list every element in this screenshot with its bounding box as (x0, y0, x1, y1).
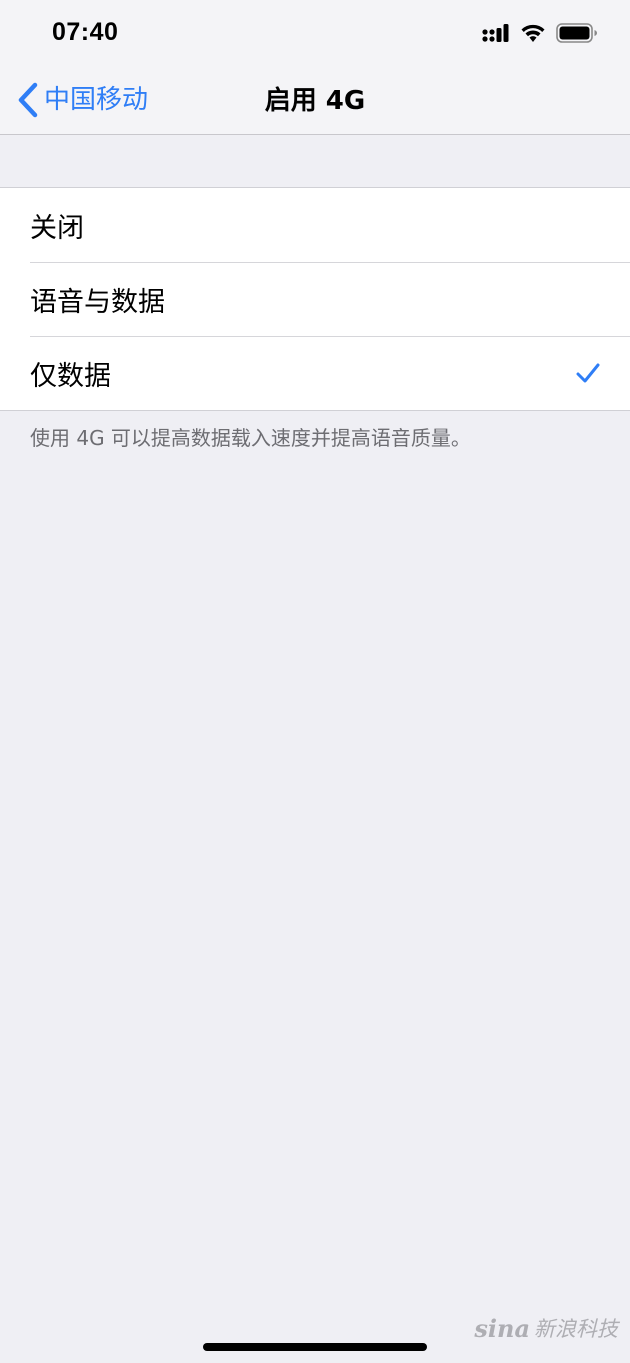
sina-logo-icon: sina (474, 1313, 530, 1343)
option-off[interactable]: 关闭 (0, 188, 630, 262)
option-label: 关闭 (30, 212, 84, 244)
option-data-only[interactable]: 仅数据 (0, 336, 630, 410)
options-list: 关闭 语音与数据 仅数据 (0, 187, 630, 411)
checkmark-icon (576, 363, 600, 383)
option-label: 仅数据 (30, 360, 111, 392)
navigation-bar: 中国移动 启用 4G (0, 66, 630, 135)
watermark: sina 新浪科技 (474, 1313, 618, 1343)
status-bar: 07:40 (0, 0, 630, 66)
option-voice-and-data[interactable]: 语音与数据 (0, 262, 630, 336)
wifi-icon (520, 23, 546, 47)
footer-note: 使用 4G 可以提高数据载入速度并提高语音质量。 (30, 426, 471, 450)
battery-icon (556, 22, 598, 48)
status-time: 07:40 (52, 18, 119, 46)
option-label: 语音与数据 (30, 286, 165, 318)
status-icons (482, 22, 598, 48)
page-title: 启用 4G (264, 86, 366, 116)
cellular-signal-icon (482, 23, 510, 47)
watermark-text: 新浪科技 (534, 1317, 618, 1341)
home-indicator[interactable] (203, 1343, 427, 1351)
